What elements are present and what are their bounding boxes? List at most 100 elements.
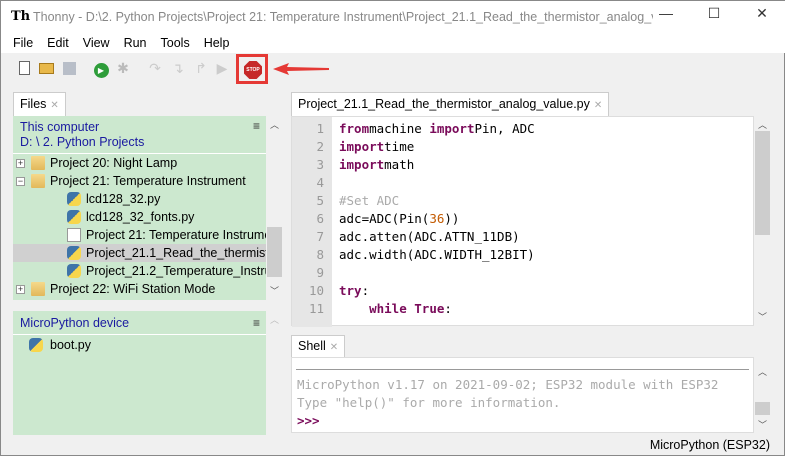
folder-icon: [31, 174, 45, 188]
file-tree-item[interactable]: − Project 21: Temperature Instrument: [13, 172, 266, 190]
code-line: while True:: [339, 300, 535, 318]
panel-menu-icon[interactable]: ≡: [253, 316, 260, 330]
location-path: D: \ 2. Python Projects: [20, 135, 145, 149]
keyword-token: import: [339, 157, 385, 172]
close-tab-icon[interactable]: ✕: [330, 342, 338, 353]
scroll-down-icon[interactable]: ﹀: [754, 310, 771, 323]
code-line: importtime: [339, 138, 535, 156]
file-tree-item[interactable]: lcd128_32.py: [13, 190, 266, 208]
device-scrollbar[interactable]: ︿: [266, 311, 283, 435]
tab-files[interactable]: Files ✕: [13, 92, 66, 116]
line-number-gutter: 1 2 3 4 5 6 7 8 9 10 11: [292, 117, 332, 327]
line-number: 10: [308, 283, 324, 298]
scroll-up-icon[interactable]: ︿: [754, 365, 771, 378]
code-area[interactable]: frommachine importPin, ADC importtime impo…: [339, 120, 535, 318]
run-icon[interactable]: ▶: [92, 59, 110, 78]
shell-console[interactable]: MicroPython v1.17 on 2021-09-02; ESP32 m…: [291, 357, 754, 433]
comment-token: #Set ADC: [339, 193, 400, 208]
code-editor[interactable]: 1 2 3 4 5 6 7 8 9 10 11 frommachine importPin, ADC…: [291, 116, 754, 327]
panel-menu-icon[interactable]: ≡: [253, 119, 260, 134]
shell-prompt: >>>: [297, 413, 320, 428]
new-file-icon[interactable]: [15, 59, 33, 77]
file-label: Project 21: Temperature Instrument.: [86, 228, 266, 242]
location-title: This computer: [20, 120, 100, 134]
stop-icon[interactable]: STOP: [244, 61, 262, 79]
line-number: 5: [316, 193, 324, 208]
line-number: 2: [316, 139, 324, 154]
menu-help[interactable]: Help: [197, 33, 237, 53]
menu-view[interactable]: View: [76, 33, 117, 53]
file-tree: + Project 20: Night Lamp − Project 21: Temp…: [13, 154, 266, 300]
step-over-icon[interactable]: ↷: [146, 59, 164, 77]
scroll-down-icon[interactable]: ﹀: [754, 418, 771, 431]
menu-file[interactable]: File: [6, 33, 40, 53]
step-out-icon[interactable]: ↱: [192, 59, 210, 77]
scroll-thumb[interactable]: [755, 131, 770, 235]
code-token: :: [444, 301, 452, 316]
code-token: adc.width(ADC.WIDTH_12BIT): [339, 247, 535, 262]
files-scrollbar[interactable]: ︿ ﹀: [266, 116, 283, 301]
line-number: 9: [316, 265, 324, 280]
micropython-device-panel: MicroPython device ≡ boot.py: [13, 311, 266, 435]
files-location-header: This computer D: \ 2. Python Projects ≡: [13, 116, 266, 154]
open-file-icon[interactable]: [37, 59, 55, 77]
scroll-up-icon[interactable]: ︿: [266, 313, 283, 326]
scroll-thumb[interactable]: [755, 402, 770, 415]
menu-tools[interactable]: Tools: [154, 33, 197, 53]
line-number: 3: [316, 157, 324, 172]
file-tree-item[interactable]: lcd128_32_fonts.py: [13, 208, 266, 226]
interpreter-status[interactable]: MicroPython (ESP32): [650, 438, 770, 452]
tab-editor-file[interactable]: Project_21.1_Read_the_thermistor_analog_…: [291, 92, 610, 116]
expand-icon[interactable]: +: [16, 285, 25, 294]
close-button[interactable]: ✕: [747, 5, 777, 29]
file-tree-item[interactable]: + Project 22: WiFi Station Mode: [13, 280, 266, 298]
step-into-icon[interactable]: ↴: [169, 59, 187, 77]
file-tree-item[interactable]: + Project 20: Night Lamp: [13, 154, 266, 172]
line-number: 7: [316, 229, 324, 244]
save-icon[interactable]: [60, 59, 78, 77]
editor-scrollbar[interactable]: ︿ ﹀: [754, 116, 771, 326]
keyword-token: import: [429, 121, 475, 136]
file-tree-item[interactable]: Project 21: Temperature Instrument.: [13, 226, 266, 244]
collapse-icon[interactable]: −: [16, 177, 25, 186]
close-tab-icon[interactable]: ✕: [594, 100, 602, 111]
code-token: machine: [369, 121, 430, 136]
expand-icon[interactable]: +: [16, 159, 25, 168]
code-token: adc=ADC(Pin(: [339, 211, 430, 226]
python-file-icon: [67, 210, 81, 224]
maximize-button[interactable]: ☐: [699, 5, 729, 29]
file-label: Project 20: Night Lamp: [50, 156, 178, 170]
shell-help-text: Type "help()" for more information.: [297, 395, 561, 410]
scroll-down-icon[interactable]: ﹀: [266, 284, 283, 297]
tab-label: Shell: [298, 339, 326, 353]
debug-icon[interactable]: ✱: [114, 59, 132, 77]
file-tree-item[interactable]: Project_21.2_Temperature_Instrument.py: [13, 262, 266, 280]
python-file-icon: [29, 338, 43, 352]
thonny-logo-icon: Th: [11, 9, 31, 24]
menu-run[interactable]: Run: [117, 33, 154, 53]
line-number: 1: [316, 121, 324, 136]
line-number: 8: [316, 247, 324, 262]
file-tree-item[interactable]: Project_21.1_Read_the_thermistor_analog_…: [13, 244, 266, 262]
tab-shell[interactable]: Shell ✕: [291, 335, 346, 357]
resume-icon[interactable]: ▶: [213, 59, 231, 77]
title-bar: Th Thonny - D:\2. Python Projects\Projec…: [1, 1, 785, 33]
python-file-icon: [67, 192, 81, 206]
stop-highlight-box: STOP: [236, 54, 268, 84]
close-tab-icon[interactable]: ✕: [50, 100, 58, 111]
device-title: MicroPython device: [20, 316, 130, 330]
scroll-up-icon[interactable]: ︿: [266, 118, 283, 131]
line-number: 11: [308, 301, 324, 316]
code-token: math: [384, 157, 415, 172]
minimize-button[interactable]: —: [651, 5, 681, 29]
keyword-token: import: [339, 139, 385, 154]
tab-label: Files: [20, 97, 47, 111]
file-item-boot[interactable]: boot.py: [13, 336, 266, 354]
menu-edit[interactable]: Edit: [40, 33, 76, 53]
scroll-up-icon[interactable]: ︿: [754, 118, 771, 131]
scroll-thumb[interactable]: [267, 227, 282, 277]
shell-scrollbar[interactable]: ︿ ﹀: [754, 357, 771, 433]
